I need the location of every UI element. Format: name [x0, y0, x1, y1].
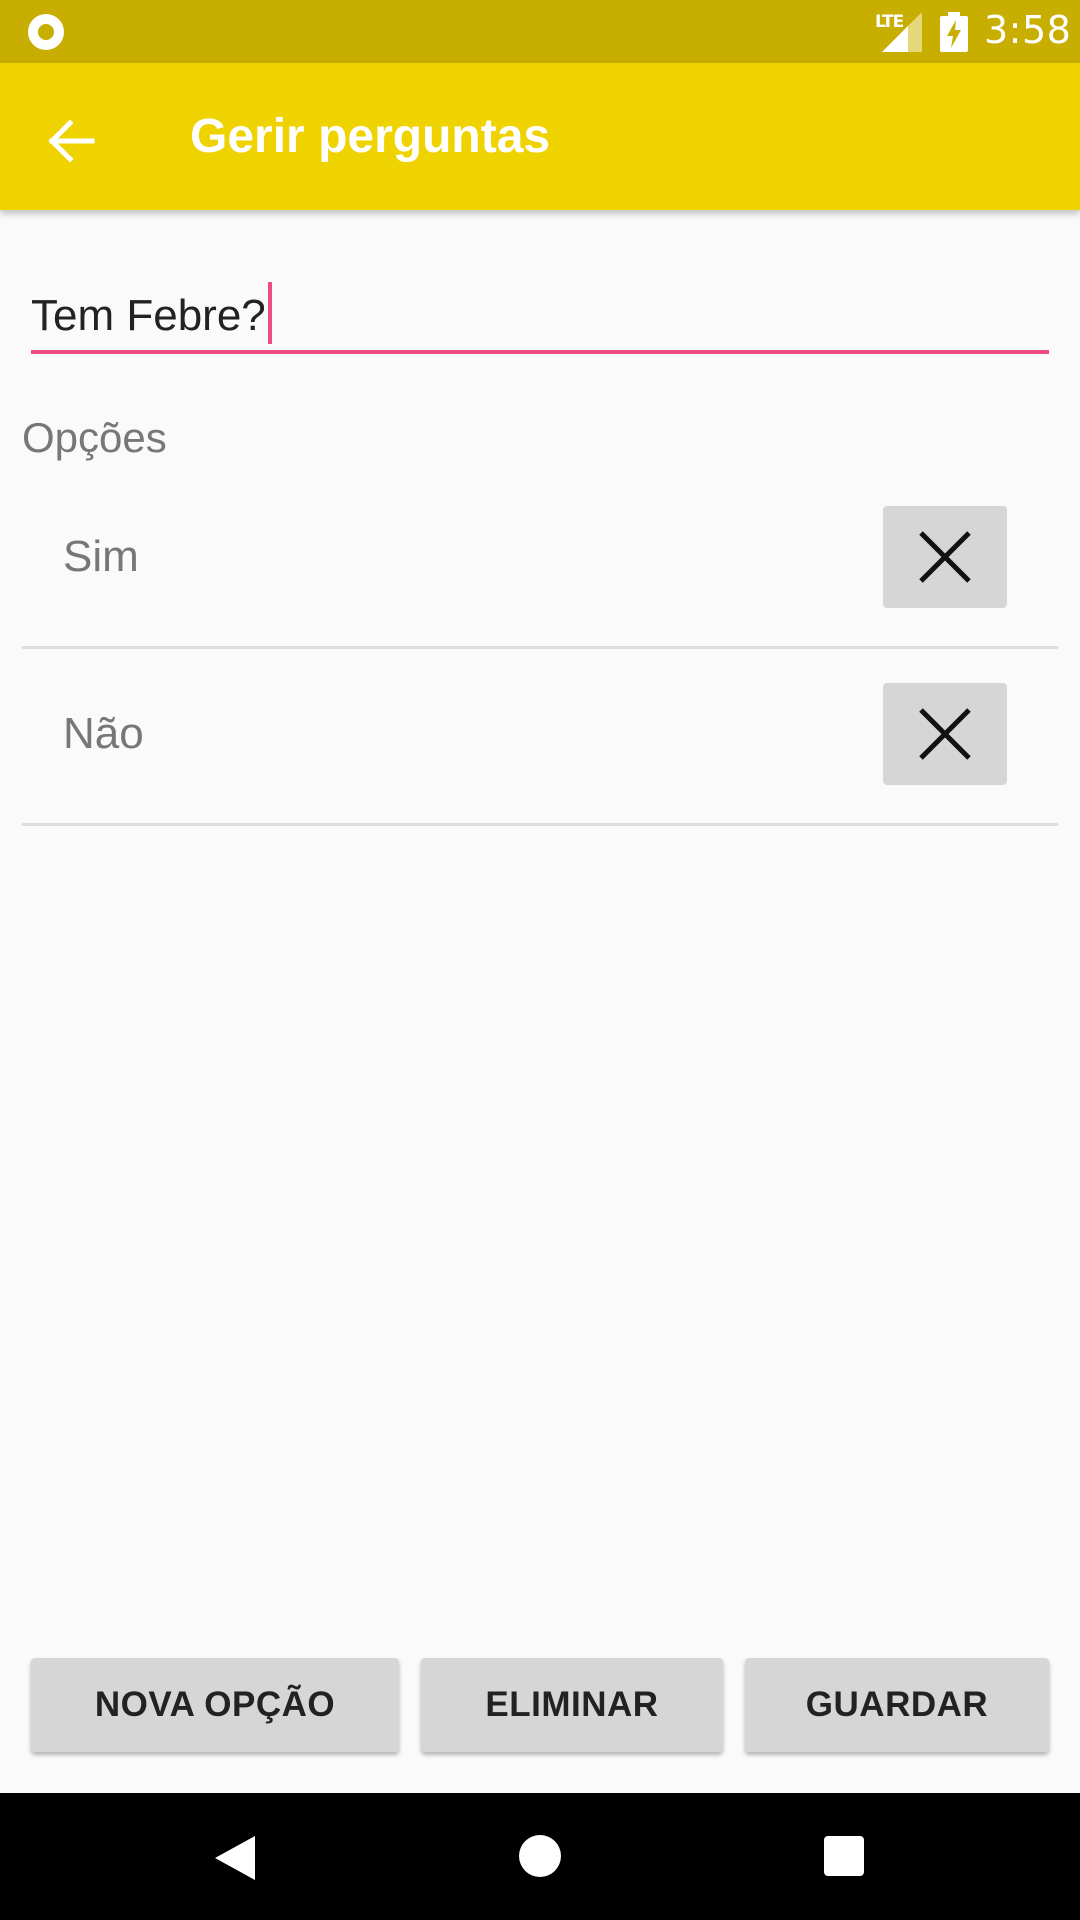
new-option-button[interactable]: NOVA OPÇÃO — [31, 1658, 399, 1752]
save-button[interactable]: GUARDAR — [745, 1658, 1049, 1752]
app-bar: Gerir perguntas — [0, 63, 1080, 210]
question-value: Tem Febre? — [31, 291, 266, 340]
battery-charging-icon — [940, 12, 968, 52]
status-bar: LTE 3:58 — [0, 0, 1080, 63]
option-label: Não — [63, 709, 144, 758]
navigation-bar — [0, 1793, 1080, 1920]
notification-dot-icon — [28, 14, 64, 50]
close-icon — [919, 531, 971, 583]
option-label: Sim — [63, 532, 139, 581]
delete-button[interactable]: ELIMINAR — [421, 1658, 723, 1752]
text-caret — [267, 282, 272, 344]
option-row: Não — [22, 647, 1058, 826]
page-title: Gerir perguntas — [190, 110, 551, 163]
options-label: Opções — [22, 414, 167, 461]
nav-recents-icon[interactable] — [824, 1836, 864, 1876]
remove-option-button[interactable] — [883, 683, 1007, 785]
remove-option-button[interactable] — [883, 506, 1007, 608]
nav-home-icon[interactable] — [519, 1835, 561, 1877]
question-value-wrap: Tem Febre? — [31, 282, 272, 344]
close-icon — [919, 708, 971, 760]
nav-back-icon[interactable] — [215, 1836, 255, 1880]
option-row: Sim — [22, 470, 1058, 649]
question-input[interactable]: Tem Febre? — [31, 270, 1049, 354]
arrow-back-icon[interactable] — [44, 113, 100, 169]
signal-icon — [882, 12, 922, 52]
status-time: 3:58 — [984, 8, 1072, 52]
